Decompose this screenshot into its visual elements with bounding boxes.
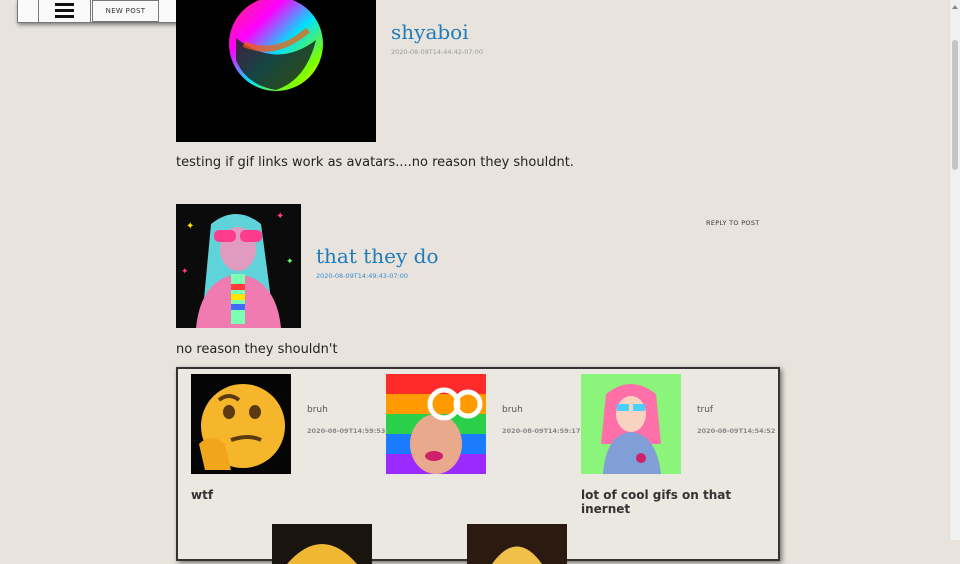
reply-timestamp: 2020-08-09T14:59:17 — [502, 427, 581, 435]
post-username[interactable]: that they do — [316, 244, 439, 268]
post-username[interactable]: shyaboi — [391, 20, 469, 44]
svg-text:✦: ✦ — [286, 257, 294, 267]
menu-button[interactable] — [38, 0, 91, 22]
reply-avatar — [272, 524, 372, 564]
svg-text:✦: ✦ — [276, 211, 284, 222]
toolbar-spacer — [18, 0, 39, 22]
reply-body: wtf — [191, 488, 214, 502]
reply-timestamp: 2020-08-09T14:54:52 — [697, 427, 776, 435]
post-timestamp: 2020-08-09T14:44:42-07:00 — [391, 48, 484, 56]
reply-avatar — [191, 374, 291, 474]
top-toolbar: NEW POST — [17, 0, 179, 23]
reply-username[interactable]: truf — [697, 405, 713, 415]
scroll-up-arrow-icon[interactable] — [950, 0, 960, 14]
post-avatar — [176, 0, 376, 142]
reply-body: lot of cool gifs on that inernet — [581, 488, 732, 516]
reply-avatar — [386, 374, 486, 474]
post-body: testing if gif links work as avatars....… — [176, 155, 574, 170]
reply-username[interactable]: bruh — [502, 405, 523, 415]
reply-avatar — [467, 524, 567, 564]
post-timestamp: 2020-08-09T14:49:43-07:00 — [316, 272, 409, 280]
scrollbar-thumb[interactable] — [952, 40, 958, 170]
post-body: no reason they shouldn't — [176, 342, 338, 357]
reply-timestamp: 2020-08-09T14:59:53 — [307, 427, 386, 435]
replies-panel: bruh 2020-08-09T14:59:53 wtf bruh 2020-0… — [176, 367, 780, 564]
new-post-button[interactable]: NEW POST — [92, 0, 159, 22]
reply-avatar — [581, 374, 681, 474]
svg-text:✦: ✦ — [181, 267, 189, 277]
vertical-scrollbar[interactable] — [949, 0, 960, 540]
reply-username[interactable]: bruh — [307, 405, 328, 415]
reply-to-post-link[interactable]: REPLY TO POST — [706, 219, 760, 227]
post-avatar: ✦ ✦ ✦ ✦ — [176, 204, 301, 328]
svg-text:✦: ✦ — [186, 221, 194, 232]
